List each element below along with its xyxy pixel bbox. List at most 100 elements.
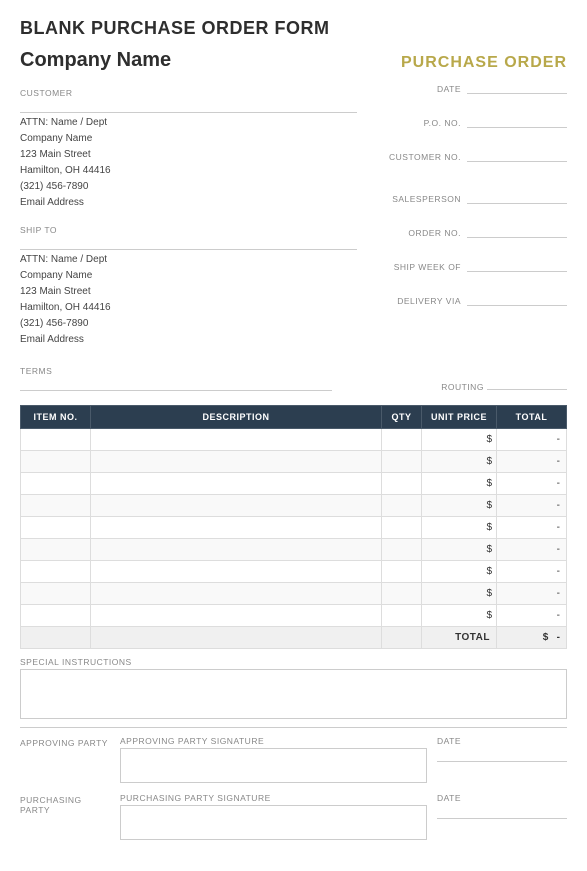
approving-party-label: APPROVING PARTY (20, 738, 110, 748)
col-header-qty: QTY (382, 406, 422, 429)
table-row: $ - (21, 495, 567, 517)
customer-street: 123 Main Street (20, 147, 357, 163)
cell-desc (91, 561, 382, 583)
po-no-line (467, 114, 567, 128)
cell-desc (91, 583, 382, 605)
purchase-order-label: PURCHASE ORDER (401, 54, 567, 72)
customer-phone: (321) 456-7890 (20, 179, 357, 195)
col-header-unit: UNIT PRICE (422, 406, 497, 429)
cell-total: - (497, 517, 567, 539)
purchasing-sig-box (120, 805, 427, 840)
customer-section-label: CUSTOMER (20, 88, 357, 98)
cell-item (21, 539, 91, 561)
customer-attn: ATTN: Name / Dept (20, 115, 357, 131)
cell-qty (382, 583, 422, 605)
table-row: $ - (21, 583, 567, 605)
approving-sig-row: APPROVING PARTY APPROVING PARTY SIGNATUR… (20, 736, 567, 783)
table-row: $ - (21, 539, 567, 561)
total-label: TOTAL (422, 627, 497, 649)
cell-desc (91, 473, 382, 495)
terms-label: TERMS (20, 366, 367, 376)
cell-qty (382, 561, 422, 583)
cell-desc (91, 429, 382, 451)
cell-total: - (497, 429, 567, 451)
page-title: BLANK PURCHASE ORDER FORM (20, 18, 567, 39)
cell-total: - (497, 473, 567, 495)
cell-item (21, 561, 91, 583)
cell-dollar: $ (422, 495, 497, 517)
delivery-via-line (467, 292, 567, 306)
cell-qty (382, 451, 422, 473)
cell-total: - (497, 605, 567, 627)
date-label: DATE (437, 84, 461, 94)
approving-date-label: DATE (437, 736, 567, 746)
order-no-line (467, 224, 567, 238)
date-line (467, 80, 567, 94)
customer-email: Email Address (20, 195, 357, 211)
po-table: ITEM NO. DESCRIPTION QTY UNIT PRICE TOTA… (20, 405, 567, 649)
cell-qty (382, 429, 422, 451)
approving-date-group: DATE (437, 736, 567, 762)
cell-dollar: $ (422, 583, 497, 605)
cell-desc (91, 451, 382, 473)
customer-no-line (467, 148, 567, 162)
purchasing-sig-label: PURCHASING PARTY SIGNATURE (120, 793, 427, 803)
purchasing-date-label: DATE (437, 793, 567, 803)
cell-dollar: $ (422, 451, 497, 473)
col-header-desc: DESCRIPTION (91, 406, 382, 429)
purchasing-date-line (437, 805, 567, 819)
routing-label: ROUTING (441, 382, 484, 392)
cell-item (21, 451, 91, 473)
cell-qty (382, 517, 422, 539)
cell-item (21, 473, 91, 495)
table-row: $ - (21, 561, 567, 583)
purchasing-party-label: PURCHASING PARTY (20, 795, 110, 815)
cell-dollar: $ (422, 517, 497, 539)
cell-dollar: $ (422, 473, 497, 495)
purchasing-sig-group: PURCHASING PARTY SIGNATURE (120, 793, 427, 840)
salesperson-label: SALESPERSON (392, 194, 461, 204)
cell-item (21, 429, 91, 451)
shipto-email: Email Address (20, 332, 357, 348)
special-instructions-box (20, 669, 567, 719)
customer-company: Company Name (20, 131, 357, 147)
cell-desc (91, 539, 382, 561)
company-name: Company Name (20, 49, 171, 72)
cell-item (21, 517, 91, 539)
signature-section: APPROVING PARTY APPROVING PARTY SIGNATUR… (20, 736, 567, 840)
cell-total: - (497, 451, 567, 473)
table-row: $ - (21, 605, 567, 627)
cell-desc (91, 495, 382, 517)
cell-qty (382, 495, 422, 517)
shipto-street: 123 Main Street (20, 284, 357, 300)
table-row: $ - (21, 473, 567, 495)
special-instructions-label: SPECIAL INSTRUCTIONS (20, 657, 567, 667)
table-row: $ - (21, 429, 567, 451)
cell-item (21, 583, 91, 605)
cell-total: - (497, 539, 567, 561)
cell-qty (382, 473, 422, 495)
total-empty3 (382, 627, 422, 649)
col-header-total: TOTAL (497, 406, 567, 429)
col-header-item: ITEM NO. (21, 406, 91, 429)
approving-sig-group: APPROVING PARTY SIGNATURE (120, 736, 427, 783)
total-empty2 (91, 627, 382, 649)
shipto-company: Company Name (20, 268, 357, 284)
cell-total: - (497, 561, 567, 583)
total-empty1 (21, 627, 91, 649)
cell-desc (91, 605, 382, 627)
cell-desc (91, 517, 382, 539)
shipto-attn: ATTN: Name / Dept (20, 252, 357, 268)
cell-dollar: $ (422, 561, 497, 583)
approving-sig-label: APPROVING PARTY SIGNATURE (120, 736, 427, 746)
total-row: TOTAL $ - (21, 627, 567, 649)
approving-sig-box (120, 748, 427, 783)
shipto-city: Hamilton, OH 44416 (20, 300, 357, 316)
ship-to-section-label: SHIP TO (20, 225, 357, 235)
cell-qty (382, 605, 422, 627)
cell-dollar: $ (422, 429, 497, 451)
cell-total: - (497, 583, 567, 605)
cell-dollar: $ (422, 539, 497, 561)
cell-item (21, 495, 91, 517)
ship-week-label: SHIP WEEK OF (394, 262, 461, 272)
